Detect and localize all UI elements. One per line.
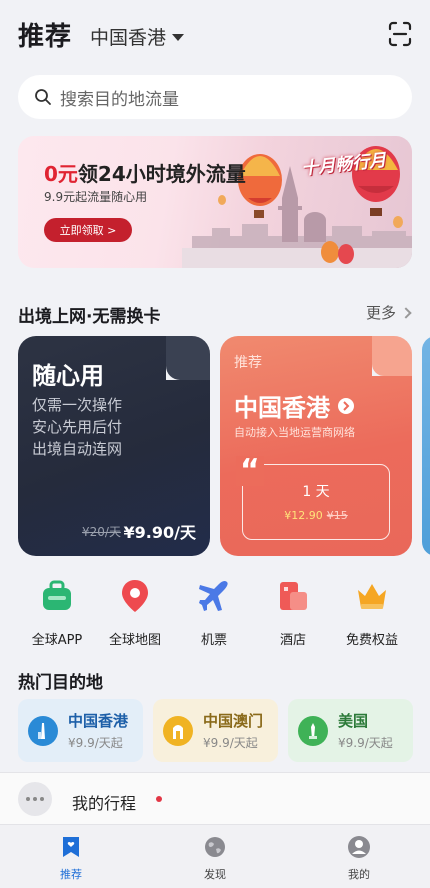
any-time-plan-card[interactable]: 随心用 仅需一次操作 安心先用后付 出境自动连网 ¥20/天 ¥9.90/天: [18, 336, 210, 556]
section-title: 出境上网·无需换卡: [18, 307, 161, 327]
app-root: 推荐 中国香港 搜索目的地流量 0元领24小时境外流量 9.9元起流量随心用 立…: [0, 0, 430, 888]
destination-hong-kong[interactable]: 中国香港 ¥9.9/天起: [18, 699, 143, 762]
arrow-right-circle-icon: [338, 397, 354, 414]
recommend-title: 中国香港: [234, 388, 354, 423]
my-itinerary-bar[interactable]: 我的行程: [0, 772, 430, 824]
quick-nav-hotels[interactable]: 酒店: [250, 578, 336, 648]
quick-nav-label: 全球地图: [108, 633, 161, 648]
quick-nav-global-map[interactable]: 全球地图: [92, 578, 178, 648]
day-pass-duration: 1 天: [302, 484, 330, 500]
quick-nav-label: 机票: [200, 633, 227, 648]
notification-dot: [156, 796, 162, 802]
quick-nav-global-app[interactable]: 全球APP: [14, 578, 100, 648]
quick-nav-label: 免费权益: [345, 633, 398, 648]
day-pass-box[interactable]: 1 天 ¥12.90 ¥15: [242, 464, 390, 540]
airplane-icon: [199, 580, 228, 611]
search-input[interactable]: 搜索目的地流量: [60, 85, 179, 110]
plan-title: 随心用: [32, 362, 104, 390]
tab-mine[interactable]: 我的: [319, 835, 399, 882]
destination-name: 中国香港: [68, 712, 129, 730]
recommended-plan-card[interactable]: 推荐 中国香港 自动接入当地运营商网络 1 天 ¥12.90 ¥15 “: [220, 336, 412, 556]
plan-feature: 安心先用后付: [32, 418, 123, 436]
itinerary-label: 我的行程: [72, 794, 137, 813]
next-card-peek[interactable]: [422, 336, 430, 556]
region-label: 中国香港: [90, 27, 167, 49]
tab-discover[interactable]: 发现: [175, 835, 255, 882]
suitcase-icon: [43, 580, 71, 610]
plan-feature: 出境自动连网: [32, 440, 123, 458]
quick-nav-free-benefits[interactable]: 免费权益: [329, 578, 415, 648]
destination-price: ¥9.9/天起: [338, 736, 393, 750]
page-title: 推荐: [18, 22, 73, 52]
quick-nav-label: 酒店: [279, 633, 306, 648]
quick-nav-label: 全球APP: [31, 633, 83, 648]
plan-old-price: ¥20/天: [82, 525, 121, 539]
destination-usa[interactable]: 美国 ¥9.9/天起: [288, 699, 413, 762]
bottom-tab-bar: 推荐 发现 我的: [0, 824, 430, 888]
recommend-tag: 推荐: [234, 355, 262, 371]
destination-macau[interactable]: 中国澳门 ¥9.9/天起: [153, 699, 278, 762]
crown-icon: [358, 584, 386, 609]
statue-of-liberty-icon: [298, 715, 328, 746]
quick-nav-flights[interactable]: 机票: [171, 578, 257, 648]
hong-kong-landmark-icon: [28, 715, 58, 746]
destination-price: ¥9.9/天起: [68, 736, 123, 750]
day-pass-price: ¥12.90: [284, 509, 323, 522]
more-dots-icon: [18, 782, 52, 816]
plan-features: 仅需一次操作 安心先用后付 出境自动连网: [32, 394, 122, 460]
quote-mark-icon: “: [236, 456, 264, 486]
macau-landmark-icon: [163, 715, 193, 746]
map-pin-icon: [122, 580, 148, 612]
banner-subtitle: 9.9元起流量随心用: [44, 190, 148, 204]
globe-icon: [205, 837, 225, 857]
destination-price: ¥9.9/天起: [203, 736, 258, 750]
day-pass-old-price: ¥15: [326, 509, 348, 522]
hot-destinations-title: 热门目的地: [18, 673, 103, 693]
tab-label: 发现: [204, 868, 226, 881]
banner-title-highlight: 0元: [44, 162, 78, 186]
destination-name: 中国澳门: [203, 712, 264, 730]
bookmark-heart-icon: [63, 837, 79, 857]
plan-price: ¥9.90/天: [123, 523, 196, 542]
tab-recommend[interactable]: 推荐: [31, 835, 111, 882]
card-fold-corner: [166, 336, 210, 380]
user-icon: [348, 836, 370, 858]
caret-down-icon: [172, 34, 185, 41]
card-fold-corner: [372, 336, 412, 376]
destination-name: 美国: [338, 712, 369, 730]
tab-label: 推荐: [60, 868, 82, 881]
more-label: 更多: [365, 304, 396, 322]
banner-title: 0元领24小时境外流量: [44, 158, 246, 187]
hotel-icon: [280, 582, 307, 610]
region-selector[interactable]: 中国香港: [90, 23, 185, 50]
claim-now-button[interactable]: 立即领取 >: [44, 218, 132, 242]
recommend-subtitle: 自动接入当地运营商网络: [234, 426, 355, 439]
banner-title-rest: 领24小时境外流量: [77, 162, 246, 186]
promo-banner[interactable]: 0元领24小时境外流量 9.9元起流量随心用 立即领取 > 十月畅行月: [18, 136, 412, 268]
chevron-right-icon: [400, 306, 412, 319]
day-pass-prices: ¥12.90 ¥15: [243, 509, 389, 522]
scan-icon[interactable]: [388, 21, 412, 47]
more-link[interactable]: 更多: [365, 302, 412, 323]
search-icon: [35, 89, 51, 105]
search-bar[interactable]: 搜索目的地流量: [18, 75, 412, 119]
tab-label: 我的: [348, 868, 370, 881]
plan-feature: 仅需一次操作: [32, 396, 123, 414]
recommend-region: 中国香港: [234, 394, 330, 422]
